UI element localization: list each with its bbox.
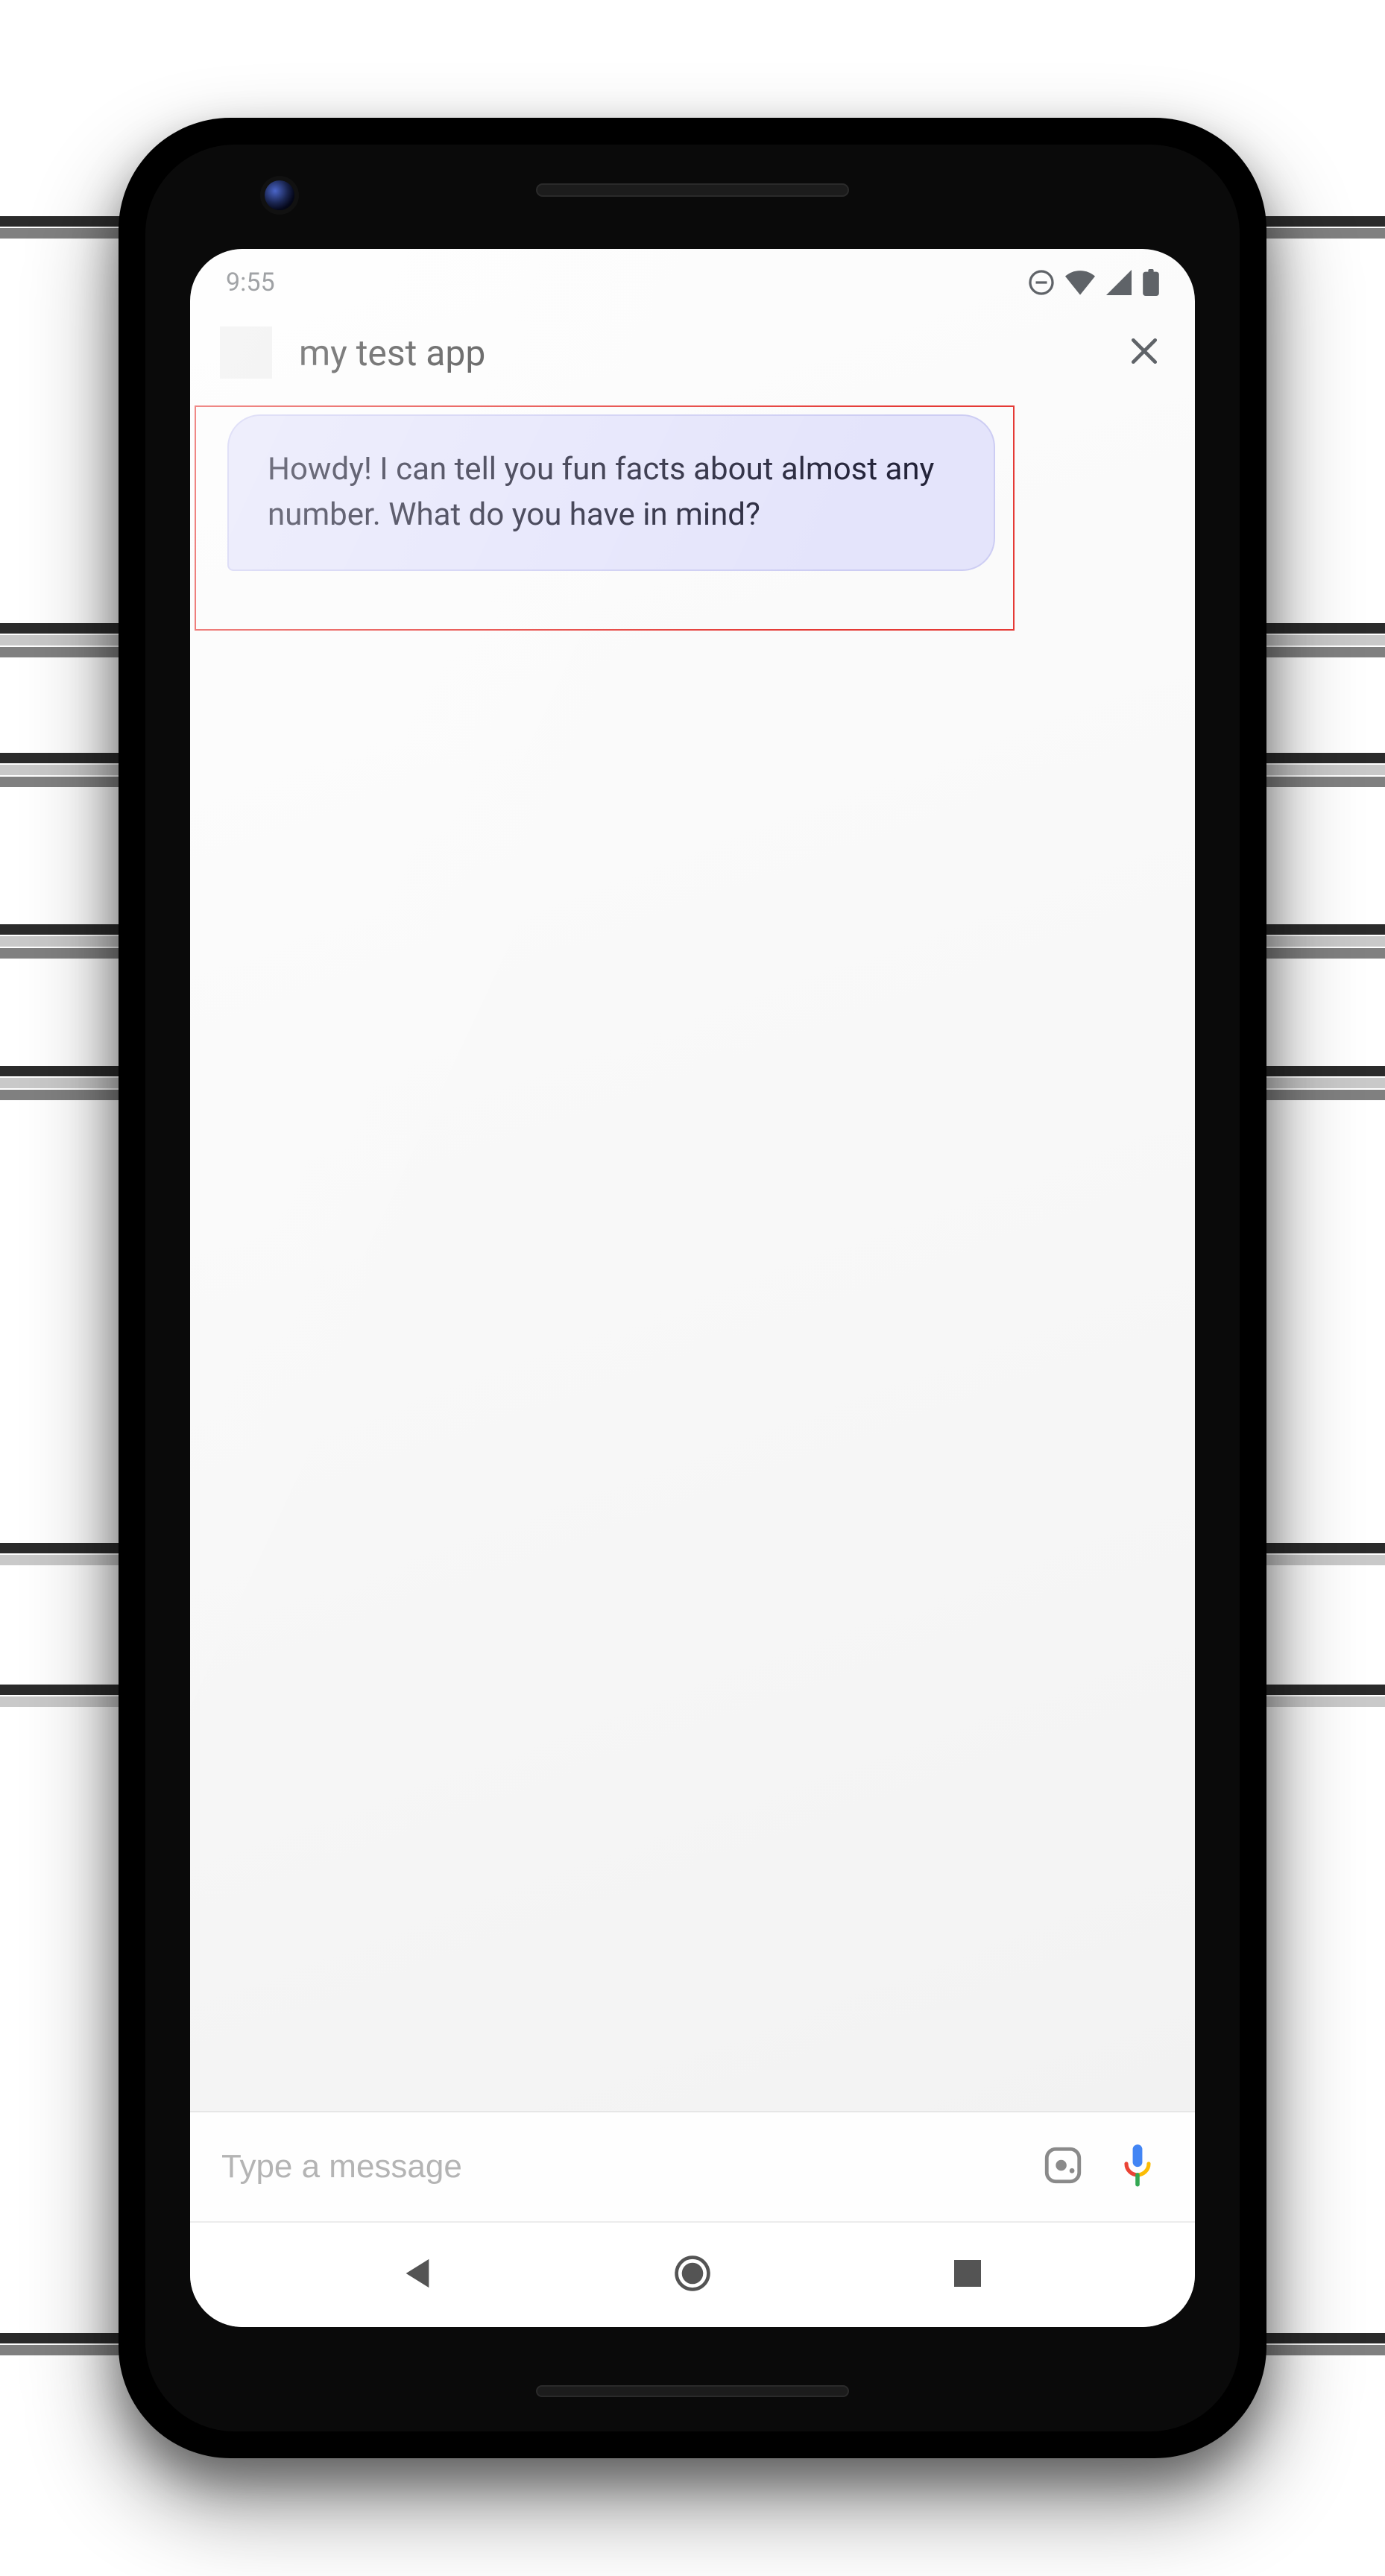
dnd-icon [1028,269,1055,296]
lens-icon [1041,2144,1085,2190]
app-title: my test app [299,332,1097,374]
close-button[interactable] [1123,332,1165,373]
nav-back-button[interactable] [391,2249,444,2301]
battery-icon [1143,269,1159,296]
back-icon [403,2256,432,2294]
status-time: 9:55 [226,268,275,297]
close-icon [1128,335,1161,370]
conversation-area[interactable]: Howdy! I can tell you fun facts about al… [190,401,1195,2111]
message-input[interactable] [221,2148,1015,2185]
mockup-stage: 9:55 [0,0,1385,2576]
status-bar: 9:55 [190,249,1195,316]
wifi-icon [1065,270,1095,295]
status-icons [1028,269,1159,296]
mic-button[interactable] [1111,2141,1164,2193]
lens-button[interactable] [1037,2141,1089,2193]
nav-recents-button[interactable] [941,2249,994,2301]
bot-message-bubble: Howdy! I can tell you fun facts about al… [227,414,995,571]
recents-icon [953,2258,982,2291]
nav-home-button[interactable] [666,2249,719,2301]
app-avatar [220,326,272,379]
device-screen: 9:55 [190,249,1195,2327]
signal-icon [1105,270,1132,295]
front-camera [265,180,294,210]
phone-frame: 9:55 [119,118,1266,2458]
app-header: my test app [190,316,1195,401]
android-navbar [190,2223,1195,2327]
bottom-speaker [536,2385,849,2397]
home-icon [674,2255,711,2295]
bot-message-text: Howdy! I can tell you fun facts about al… [268,451,934,533]
earpiece [536,183,849,197]
composer-row [190,2111,1195,2223]
mic-icon [1118,2143,1157,2191]
